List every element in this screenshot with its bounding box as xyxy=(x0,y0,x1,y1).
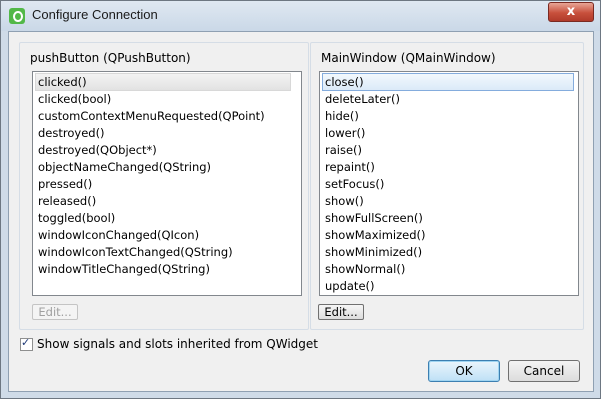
edit-signals-button[interactable]: Edit... xyxy=(32,304,78,320)
show-inherited-label[interactable]: Show signals and slots inherited from QW… xyxy=(37,337,318,351)
signal-list-item[interactable]: windowIconTextChanged(QString) xyxy=(36,244,290,260)
signal-list-item[interactable]: objectNameChanged(QString) xyxy=(36,159,290,175)
signal-list-item[interactable]: destroyed(QObject*) xyxy=(36,142,290,158)
slot-list-item[interactable]: raise() xyxy=(323,142,573,158)
qt-designer-icon xyxy=(9,8,25,24)
slot-list-item[interactable]: repaint() xyxy=(323,159,573,175)
receiver-group-title: MainWindow (QMainWindow) xyxy=(321,51,496,65)
signal-list-item[interactable]: windowTitleChanged(QString) xyxy=(36,261,290,277)
slot-list-item[interactable]: deleteLater() xyxy=(323,91,573,107)
configure-connection-dialog: Configure Connection x pushButton (QPush… xyxy=(0,0,601,399)
signal-list-item[interactable]: windowIconChanged(QIcon) xyxy=(36,227,290,243)
sender-signals-group: pushButton (QPushButton) clicked() clicke… xyxy=(19,42,309,330)
window-title: Configure Connection xyxy=(32,7,158,22)
sender-group-title: pushButton (QPushButton) xyxy=(30,51,191,65)
edit-slots-button[interactable]: Edit... xyxy=(318,304,364,320)
check-icon: ✓ xyxy=(21,336,31,349)
signal-list-item[interactable]: customContextMenuRequested(QPoint) xyxy=(36,108,290,124)
slot-list-item[interactable]: showMaximized() xyxy=(323,227,573,243)
close-button[interactable]: x xyxy=(548,2,594,22)
slot-list-item[interactable]: show() xyxy=(323,193,573,209)
signal-list-item[interactable]: pressed() xyxy=(36,176,290,192)
cancel-button[interactable]: Cancel xyxy=(508,360,580,382)
title-bar[interactable]: Configure Connection x xyxy=(1,1,600,31)
slot-list-item[interactable]: update() xyxy=(323,278,573,294)
ok-button[interactable]: OK xyxy=(428,360,500,382)
signal-list-item[interactable]: released() xyxy=(36,193,290,209)
dialog-body: pushButton (QPushButton) clicked() clicke… xyxy=(8,31,594,392)
signals-list[interactable]: clicked() clicked(bool) customContextMenuR… xyxy=(32,71,302,296)
slot-list-item[interactable]: showMinimized() xyxy=(323,244,573,260)
receiver-slots-group: MainWindow (QMainWindow) close() deleteLa… xyxy=(310,42,584,330)
slot-list-item[interactable]: lower() xyxy=(323,125,573,141)
slot-list-item[interactable]: hide() xyxy=(323,108,573,124)
show-inherited-checkbox[interactable]: ✓ xyxy=(20,336,33,351)
signal-list-item[interactable]: destroyed() xyxy=(36,125,290,141)
slot-list-item[interactable]: close() xyxy=(322,73,574,91)
slot-list-item[interactable]: showFullScreen() xyxy=(323,210,573,226)
signal-list-item[interactable]: toggled(bool) xyxy=(36,210,290,226)
signal-list-item[interactable]: clicked(bool) xyxy=(36,91,290,107)
slot-list-item[interactable]: showNormal() xyxy=(323,261,573,277)
slot-list-item[interactable]: setFocus() xyxy=(323,176,573,192)
signal-list-item[interactable]: clicked() xyxy=(35,73,291,91)
slots-list[interactable]: close() deleteLater() hide() lower() raise()… xyxy=(319,71,579,296)
